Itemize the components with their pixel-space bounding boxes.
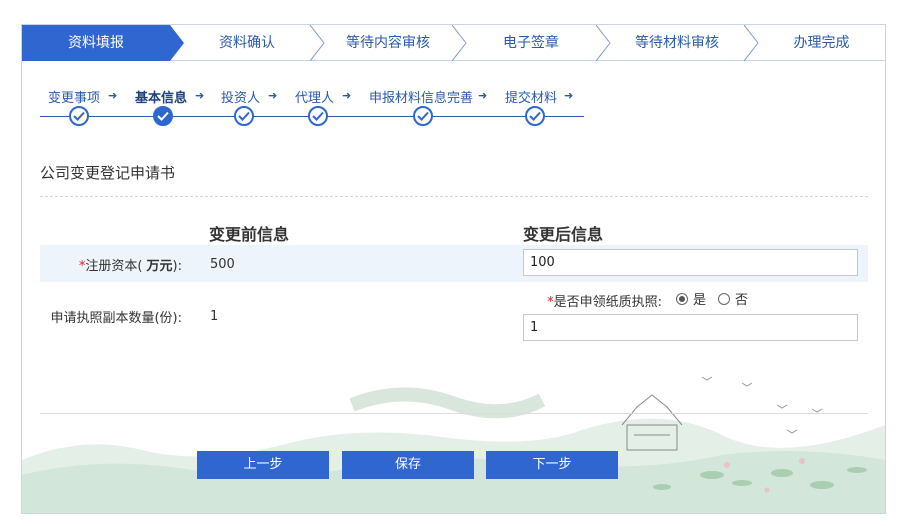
sub-step-investors[interactable]: 投资人 bbox=[221, 87, 260, 106]
license-copies-before: 1 bbox=[210, 309, 219, 324]
paper-license-no-label: 否 bbox=[735, 293, 749, 308]
arrow-right-icon: ➜ bbox=[342, 89, 352, 102]
after-info-header: 变更后信息 bbox=[523, 225, 604, 244]
next-step-button[interactable]: 下一步 bbox=[486, 451, 618, 479]
process-step-1[interactable]: 资料填报 bbox=[22, 25, 170, 61]
form-title: 公司变更登记申请书 bbox=[40, 164, 176, 182]
sub-step-submit[interactable]: 提交材料 bbox=[505, 87, 557, 106]
check-icon bbox=[69, 106, 89, 126]
paper-license-label: *是否申领纸质执照: bbox=[547, 295, 662, 310]
arrow-right-icon: ➜ bbox=[195, 89, 205, 102]
save-button[interactable]: 保存 bbox=[342, 451, 474, 479]
sub-step-materials-info[interactable]: 申报材料信息完善 bbox=[369, 87, 473, 106]
paper-license-yes-label: 是 bbox=[693, 293, 707, 308]
process-steps-bar: 资料填报 资料确认 等待内容审核 电子签章 等待材料审核 办理完成 bbox=[22, 25, 885, 61]
before-info-header: 变更前信息 bbox=[209, 225, 290, 244]
check-icon bbox=[525, 106, 545, 126]
footer-divider bbox=[40, 413, 868, 414]
application-frame: 资料填报 资料确认 等待内容审核 电子签章 等待材料审核 办理完成 变更事项 ➜… bbox=[21, 24, 886, 514]
sub-step-change-items[interactable]: 变更事项 bbox=[48, 87, 100, 106]
registered-capital-input[interactable]: 100 bbox=[523, 249, 858, 276]
sub-steps: 变更事项 ➜ 基本信息 ➜ 投资人 ➜ 代理人 ➜ 申报材料信息完善 ➜ 提交材… bbox=[38, 87, 598, 127]
arrow-right-icon: ➜ bbox=[108, 89, 118, 102]
sub-step-basic-info[interactable]: 基本信息 bbox=[135, 87, 187, 106]
process-step-3[interactable]: 等待内容审核 bbox=[324, 25, 452, 61]
registered-capital-before: 500 bbox=[210, 257, 235, 272]
arrow-right-icon: ➜ bbox=[478, 89, 488, 102]
check-icon bbox=[413, 106, 433, 126]
process-step-6[interactable]: 办理完成 bbox=[758, 25, 885, 61]
process-step-2[interactable]: 资料确认 bbox=[184, 25, 310, 61]
paper-license-yes-radio[interactable] bbox=[676, 293, 688, 305]
landscape-illustration bbox=[22, 376, 885, 513]
prev-step-button[interactable]: 上一步 bbox=[197, 451, 329, 479]
license-copies-label: 申请执照副本数量(份): bbox=[50, 311, 182, 326]
sub-step-agent[interactable]: 代理人 bbox=[295, 87, 334, 106]
license-copies-input[interactable]: 1 bbox=[523, 314, 858, 341]
process-step-5[interactable]: 等待材料审核 bbox=[610, 25, 744, 61]
check-icon bbox=[234, 106, 254, 126]
check-icon bbox=[153, 106, 173, 126]
arrow-right-icon: ➜ bbox=[564, 89, 574, 102]
arrow-right-icon: ➜ bbox=[268, 89, 278, 102]
paper-license-no-radio[interactable] bbox=[718, 293, 730, 305]
registered-capital-label: *注册资本( 万元): bbox=[78, 259, 182, 274]
dashed-divider bbox=[40, 196, 868, 197]
check-icon bbox=[308, 106, 328, 126]
process-step-4[interactable]: 电子签章 bbox=[466, 25, 596, 61]
